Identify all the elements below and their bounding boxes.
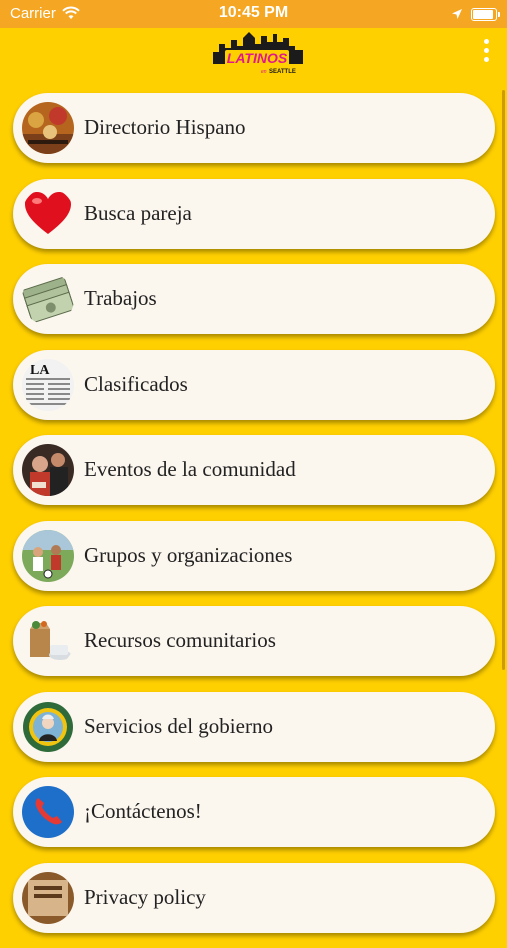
money-icon bbox=[22, 273, 74, 325]
directory-photo-icon bbox=[22, 102, 74, 154]
menu-item-label: Recursos comunitarios bbox=[84, 628, 276, 652]
menu-item-label: ¡Contáctenos! bbox=[84, 799, 202, 823]
groups-photo-icon bbox=[22, 529, 74, 582]
menu-item-label: Eventos de la comunidad bbox=[84, 457, 296, 481]
phone-icon bbox=[22, 786, 74, 838]
menu-item-label: Clasificados bbox=[84, 371, 188, 396]
menu-item-label: Directorio Hispano bbox=[84, 115, 246, 139]
dot-icon bbox=[483, 57, 489, 62]
location-arrow-icon bbox=[451, 7, 463, 25]
menu-item-grupos[interactable]: Grupos y organizaciones bbox=[13, 520, 495, 591]
svg-text:LA: LA bbox=[30, 363, 50, 378]
privacy-photo-icon bbox=[22, 871, 74, 924]
clock-label: 10:45 PM bbox=[218, 4, 289, 21]
menu-item-label: Trabajos bbox=[84, 286, 157, 310]
menu-item-label: Grupos y organizaciones bbox=[84, 542, 293, 567]
heart-icon bbox=[22, 187, 74, 240]
menu-item-label: Privacy policy bbox=[84, 884, 206, 909]
battery-icon bbox=[471, 8, 500, 21]
scrollbar[interactable] bbox=[502, 90, 505, 670]
menu-item-label: Servicios del gobierno bbox=[84, 713, 273, 738]
menu-list: Directorio Hispano Busca pareja Trabajos… bbox=[13, 93, 495, 948]
newspaper-icon: LA bbox=[22, 358, 74, 411]
latinos-en-seattle-logo: LATINOS SEATTLE en bbox=[211, 30, 305, 76]
more-options-button[interactable] bbox=[481, 39, 491, 65]
app-header: LATINOS SEATTLE en bbox=[0, 28, 507, 80]
state-seal-icon bbox=[22, 700, 74, 753]
status-bar: Carrier 10:45 PM bbox=[0, 0, 507, 28]
menu-item-servicios[interactable]: Servicios del gobierno bbox=[13, 691, 495, 762]
menu-item-label: Busca pareja bbox=[84, 200, 192, 225]
menu-item-busca-pareja[interactable]: Busca pareja bbox=[13, 178, 495, 249]
menu-item-contactenos[interactable]: ¡Contáctenos! bbox=[13, 777, 495, 847]
svg-text:SEATTLE: SEATTLE bbox=[269, 69, 296, 75]
community-events-photo-icon bbox=[22, 444, 74, 496]
menu-item-eventos[interactable]: Eventos de la comunidad bbox=[13, 435, 495, 505]
dot-icon bbox=[483, 39, 489, 44]
svg-text:en: en bbox=[261, 69, 267, 75]
dot-icon bbox=[483, 48, 489, 53]
menu-item-trabajos[interactable]: Trabajos bbox=[13, 264, 495, 334]
menu-item-privacy-policy[interactable]: Privacy policy bbox=[13, 862, 495, 933]
menu-item-clasificados[interactable]: LA Clasificados bbox=[13, 349, 495, 420]
svg-text:LATINOS: LATINOS bbox=[227, 50, 288, 66]
menu-item-directorio-hispano[interactable]: Directorio Hispano bbox=[13, 93, 495, 163]
groceries-icon bbox=[22, 615, 74, 667]
menu-item-recursos[interactable]: Recursos comunitarios bbox=[13, 606, 495, 676]
